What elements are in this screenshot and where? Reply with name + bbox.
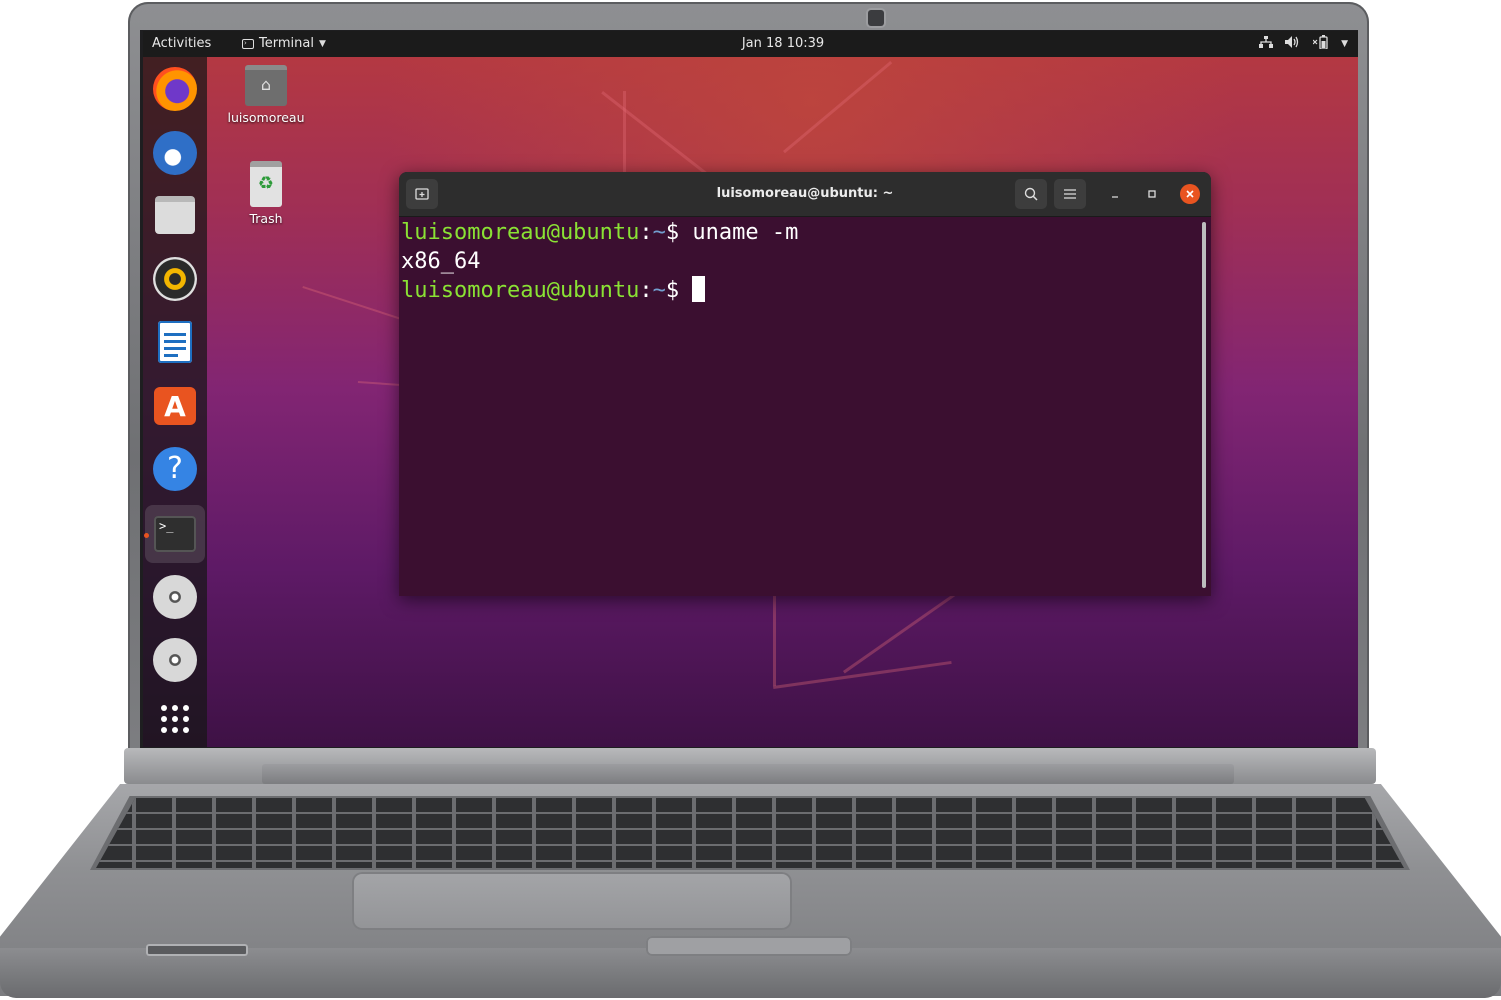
running-indicator <box>144 533 149 538</box>
desktop-screen: Activities › Terminal ▼ Jan 18 10:39 ▼ A… <box>143 31 1358 747</box>
webcam <box>868 10 884 26</box>
system-tray[interactable]: ▼ <box>1259 35 1348 52</box>
dock: A ? >_ <box>143 57 207 747</box>
terminal-output[interactable]: luisomoreau@ubuntu:~$ uname -m x86_64 lu… <box>401 216 1201 596</box>
dock-item-firefox[interactable] <box>151 65 199 113</box>
lid-notch <box>646 936 852 956</box>
dock-item-help[interactable]: ? <box>151 445 199 493</box>
maximize-icon <box>1148 190 1156 198</box>
terminal-icon: >_ <box>154 516 196 552</box>
dock-item-files[interactable] <box>151 191 199 239</box>
app-grid-icon <box>161 705 189 733</box>
desktop-icon-label: Trash <box>249 211 283 226</box>
prompt-user-host: luisomoreau@ubuntu <box>401 278 640 303</box>
hinge-bar <box>262 764 1234 784</box>
trash-icon: ♻ <box>250 161 282 207</box>
scrollbar[interactable] <box>1202 222 1206 588</box>
home-folder-icon: ⌂ <box>245 65 287 106</box>
battery-icon[interactable] <box>1312 35 1329 52</box>
disc-icon <box>153 575 197 619</box>
minimize-button[interactable] <box>1105 184 1125 204</box>
show-applications-button[interactable] <box>151 695 199 743</box>
keyboard <box>96 798 1404 868</box>
menu-button[interactable] <box>1054 179 1086 209</box>
prompt-path: ~ <box>652 220 666 245</box>
dock-item-software[interactable]: A <box>151 382 199 430</box>
files-icon <box>155 196 195 234</box>
dock-item-terminal[interactable]: >_ <box>145 505 205 563</box>
prompt-separator: : <box>639 278 653 303</box>
search-button[interactable] <box>1015 179 1047 209</box>
search-icon <box>1024 187 1038 201</box>
terminal-line: luisomoreau@ubuntu:~$ <box>401 276 1201 305</box>
thunderbird-icon <box>153 131 197 175</box>
prompt-symbol: $ <box>665 220 693 245</box>
close-button[interactable] <box>1180 184 1200 204</box>
dock-item-disc-1[interactable] <box>151 573 199 621</box>
desktop-icon-home[interactable]: ⌂ luisomoreau <box>221 65 311 125</box>
volume-icon[interactable] <box>1285 36 1301 51</box>
dock-item-disc-2[interactable] <box>151 636 199 684</box>
command-output: x86_64 <box>401 249 481 274</box>
dock-item-writer[interactable] <box>151 318 199 366</box>
command-text: uname -m <box>692 220 799 245</box>
dock-item-thunderbird[interactable] <box>151 129 199 177</box>
help-icon: ? <box>153 447 197 491</box>
terminal-window[interactable]: luisomoreau@ubuntu: ~ luisomoreau@ubuntu… <box>399 172 1211 596</box>
network-icon[interactable] <box>1259 36 1274 51</box>
terminal-line: luisomoreau@ubuntu:~$ uname -m <box>401 218 1201 247</box>
firefox-icon <box>153 67 197 111</box>
disc-icon <box>153 638 197 682</box>
writer-icon <box>158 321 192 363</box>
minimize-icon <box>1112 196 1118 198</box>
top-panel: Activities › Terminal ▼ Jan 18 10:39 ▼ <box>143 31 1358 57</box>
terminal-line: x86_64 <box>401 247 1201 276</box>
system-menu-chevron-icon[interactable]: ▼ <box>1341 39 1348 49</box>
maximize-button[interactable] <box>1142 184 1162 204</box>
touchpad <box>352 872 792 930</box>
prompt-symbol: $ <box>665 278 693 303</box>
desktop-icon-label: luisomoreau <box>227 110 305 125</box>
prompt-path: ~ <box>652 278 666 303</box>
close-icon <box>1186 190 1194 198</box>
dock-item-rhythmbox[interactable] <box>151 255 199 303</box>
software-center-icon: A <box>154 387 196 425</box>
hamburger-menu-icon <box>1064 189 1076 199</box>
clock[interactable]: Jan 18 10:39 <box>143 36 1358 51</box>
desktop-icon-trash[interactable]: ♻ Trash <box>221 161 311 226</box>
prompt-separator: : <box>639 220 653 245</box>
text-cursor <box>692 276 706 302</box>
card-slot <box>146 944 248 956</box>
terminal-title: luisomoreau@ubuntu: ~ <box>716 186 894 201</box>
prompt-user-host: luisomoreau@ubuntu <box>401 220 640 245</box>
terminal-headerbar[interactable]: luisomoreau@ubuntu: ~ <box>399 172 1211 217</box>
rhythmbox-icon <box>153 257 197 301</box>
